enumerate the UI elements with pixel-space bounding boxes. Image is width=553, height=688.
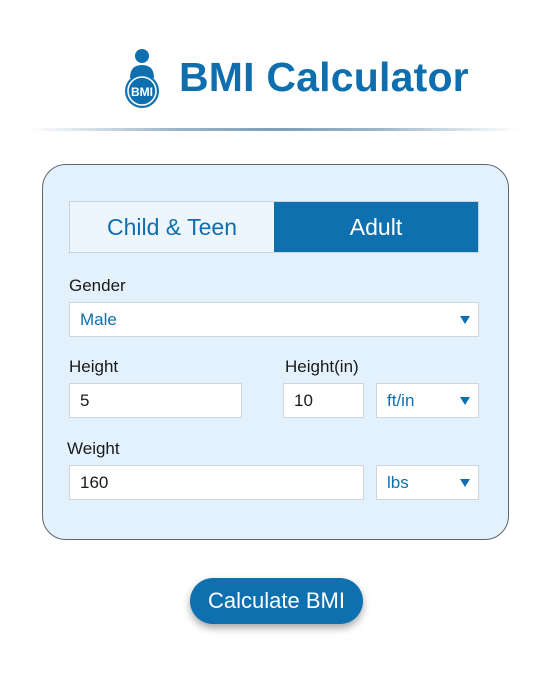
calculate-bmi-button[interactable]: Calculate BMI <box>190 578 363 624</box>
weight-input[interactable]: 160 <box>69 465 364 500</box>
weight-value: 160 <box>80 472 109 492</box>
height-feet-input[interactable]: 5 <box>69 383 242 418</box>
weight-label: Weight <box>67 439 120 458</box>
logo-text: BMI <box>131 85 153 99</box>
height-unit-value: ft/in <box>387 390 415 410</box>
tab-child-teen[interactable]: Child & Teen <box>70 202 274 252</box>
height-label: Height <box>69 357 119 376</box>
bmi-person-icon: BMI <box>125 49 159 108</box>
gender-select[interactable]: Male <box>69 302 479 337</box>
height-inches-input[interactable]: 10 <box>283 383 364 418</box>
gender-label: Gender <box>69 276 126 295</box>
calculator-panel: Child & Teen Adult Gender Male Height 5 … <box>42 164 509 540</box>
page-title: BMI Calculator <box>179 54 469 100</box>
weight-unit-value: lbs <box>387 472 409 492</box>
height-feet-value: 5 <box>80 390 90 410</box>
chevron-down-icon <box>460 396 470 405</box>
weight-unit-select[interactable]: lbs <box>376 465 479 500</box>
mode-tabs: Child & Teen Adult <box>69 201 479 253</box>
header-divider <box>30 128 520 131</box>
height-inches-value: 10 <box>294 390 313 410</box>
height-unit-select[interactable]: ft/in <box>376 383 479 418</box>
gender-value: Male <box>80 309 117 329</box>
tab-adult[interactable]: Adult <box>274 202 478 252</box>
header: BMI BMI Calculator <box>0 44 553 114</box>
chevron-down-icon <box>460 315 470 324</box>
height-in-label: Height(in) <box>285 357 359 376</box>
chevron-down-icon <box>460 478 470 487</box>
